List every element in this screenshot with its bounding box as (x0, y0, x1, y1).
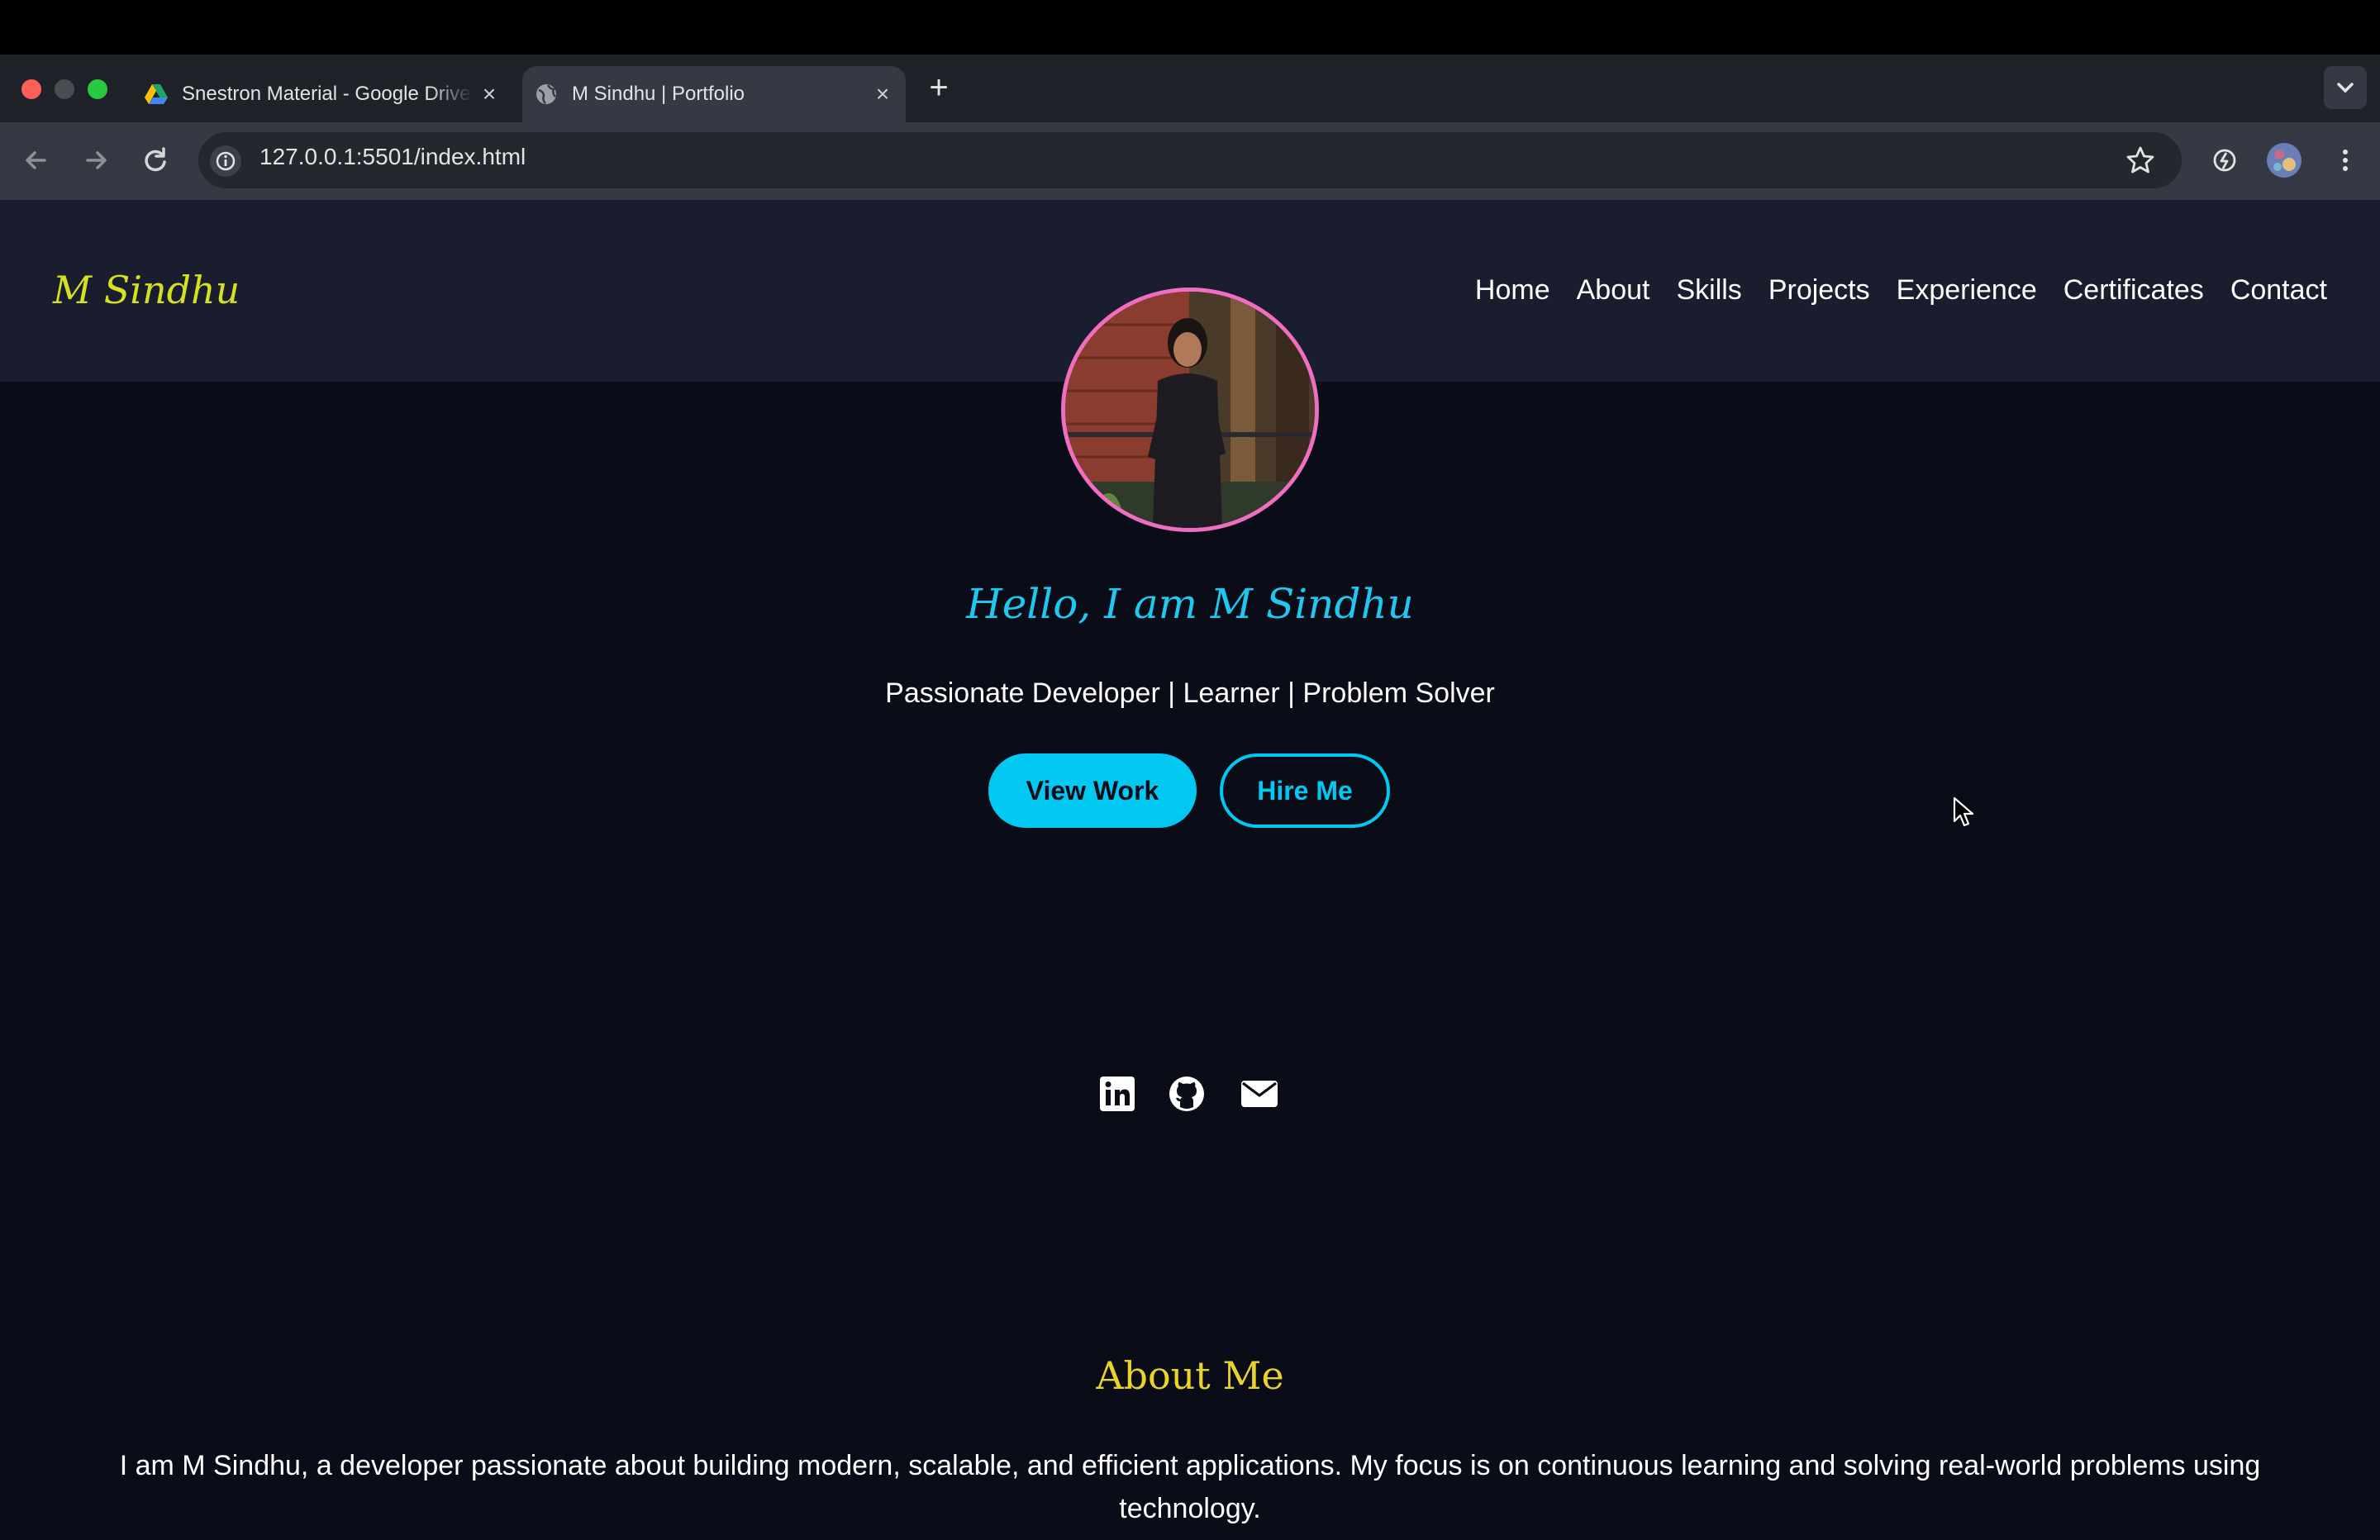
tab-portfolio[interactable]: M Sindhu | Portfolio × (522, 66, 906, 122)
maximize-window-button[interactable] (88, 79, 107, 99)
close-window-button[interactable] (21, 79, 41, 99)
tab-title: M Sindhu | Portfolio (572, 83, 745, 105)
hero-tagline: Passionate Developer | Learner | Problem… (885, 677, 1495, 709)
tab-title: Snestron Material - Google Drive (182, 83, 471, 105)
reload-icon[interactable] (136, 140, 175, 180)
about-heading: About Me (1096, 1353, 1284, 1398)
hire-me-button[interactable]: Hire Me (1220, 753, 1390, 828)
globe-icon (536, 84, 556, 104)
system-bar (0, 0, 2380, 55)
forward-icon[interactable] (76, 140, 116, 180)
hero-greeting: Hello, I am M Sindhu (966, 580, 1414, 628)
performance-icon[interactable] (2208, 144, 2241, 177)
chevron-down-icon (2337, 83, 2354, 93)
about-paragraph: I am M Sindhu, a developer passionate ab… (119, 1450, 2261, 1524)
nav-about[interactable]: About (1577, 274, 1650, 307)
profile-avatar-icon[interactable] (2266, 142, 2302, 178)
nav-links: Home About Skills Projects Experience Ce… (1475, 274, 2327, 307)
nav-home[interactable]: Home (1475, 274, 1550, 307)
nav-certificates[interactable]: Certificates (2063, 274, 2204, 307)
linkedin-icon[interactable] (1097, 1074, 1137, 1114)
new-tab-icon[interactable]: + (922, 71, 955, 104)
url-text: 127.0.0.1:5501/index.html (259, 144, 526, 169)
back-icon[interactable] (17, 140, 56, 180)
nav-skills[interactable]: Skills (1676, 274, 1741, 307)
close-tab-icon[interactable]: × (473, 81, 506, 107)
tab-google-drive[interactable]: Snestron Material - Google Drive × (132, 66, 512, 122)
close-tab-icon[interactable]: × (866, 81, 899, 107)
nav-contact[interactable]: Contact (2230, 274, 2327, 307)
nav-experience[interactable]: Experience (1897, 274, 2037, 307)
mail-icon[interactable] (1240, 1074, 1279, 1114)
more-menu-icon[interactable] (2329, 144, 2362, 177)
mouse-cursor-icon (1953, 796, 1974, 827)
site-info-icon[interactable] (210, 145, 241, 177)
tab-search-button[interactable] (2324, 66, 2367, 109)
github-icon[interactable] (1167, 1074, 1207, 1114)
site-logo[interactable]: M Sindhu (53, 268, 240, 312)
google-drive-icon (145, 84, 168, 104)
nav-projects[interactable]: Projects (1768, 274, 1870, 307)
bookmark-star-icon[interactable] (2124, 144, 2157, 177)
view-work-button[interactable]: View Work (988, 753, 1197, 828)
minimize-window-button[interactable] (55, 79, 74, 99)
profile-photo (1061, 288, 1319, 532)
